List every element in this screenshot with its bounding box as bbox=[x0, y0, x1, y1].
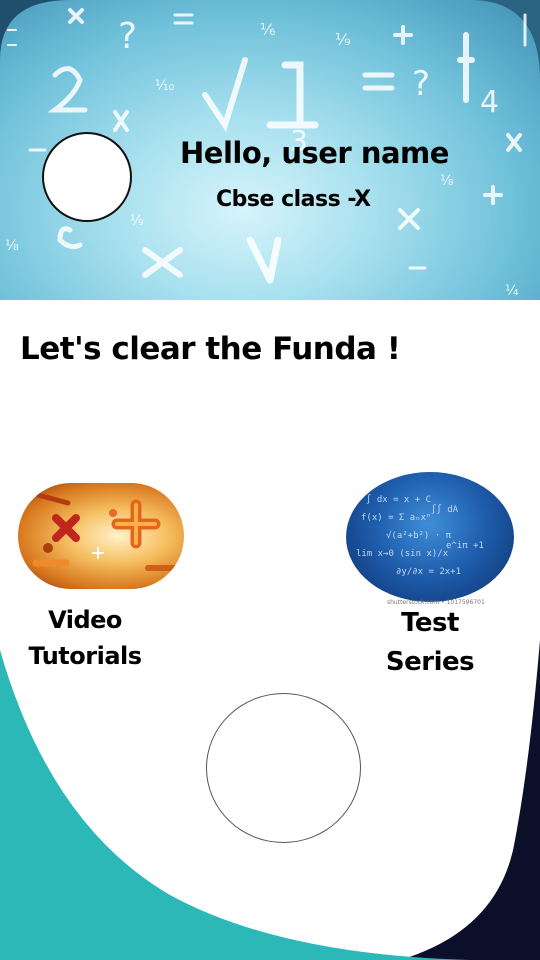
video-tutorials-image[interactable] bbox=[18, 483, 184, 589]
math-icons-illustration bbox=[32, 492, 181, 571]
svg-text:?: ? bbox=[118, 16, 137, 57]
svg-text:√(a²+b²) · π: √(a²+b²) · π bbox=[386, 530, 452, 541]
video-label-line2: Tutorials bbox=[28, 642, 142, 670]
svg-text:¹⁄₈: ¹⁄₈ bbox=[5, 238, 19, 254]
svg-text:∫ dx = x + C: ∫ dx = x + C bbox=[366, 494, 431, 505]
svg-text:¹⁄₈: ¹⁄₈ bbox=[440, 173, 454, 189]
svg-text:∫∫ dA: ∫∫ dA bbox=[431, 504, 459, 515]
center-circle-button[interactable] bbox=[206, 693, 361, 843]
test-series-image[interactable]: ∫ dx = x + C f(x) = Σ aₙxⁿ √(a²+b²) · π … bbox=[346, 472, 514, 602]
svg-text:4: 4 bbox=[480, 85, 499, 120]
svg-text:¹⁄₉: ¹⁄₉ bbox=[130, 213, 144, 229]
svg-text:f(x) = Σ aₙxⁿ: f(x) = Σ aₙxⁿ bbox=[361, 513, 431, 523]
svg-text:¹⁄₆: ¹⁄₆ bbox=[260, 20, 276, 39]
svg-text:lim x→0 (sin x)/x: lim x→0 (sin x)/x bbox=[356, 549, 449, 559]
svg-text:e^iπ +1: e^iπ +1 bbox=[446, 541, 484, 551]
header-banner: ? ? ¹⁄₆ ¹⁄₉ ¹⁄₁₀ ¹⁄₉ ¹⁄₈ ¹⁄₈ ¹⁄₄ 4 3 Hel… bbox=[0, 0, 540, 300]
video-tutorials-label[interactable]: Video Tutorials bbox=[14, 602, 156, 674]
greeting-text: Hello, user name bbox=[180, 136, 449, 170]
class-info-text: Cbse class -X bbox=[216, 187, 371, 212]
page-tagline: Let's clear the Funda ! bbox=[20, 331, 401, 367]
test-series-label[interactable]: Test Series bbox=[360, 604, 500, 682]
formula-board-illustration: ∫ dx = x + C f(x) = Σ aₙxⁿ √(a²+b²) · π … bbox=[356, 494, 484, 577]
svg-text:¹⁄₁₀: ¹⁄₁₀ bbox=[155, 78, 175, 94]
video-label-line1: Video bbox=[48, 606, 122, 634]
test-label-line1: Test bbox=[401, 608, 459, 638]
user-avatar[interactable] bbox=[42, 132, 132, 222]
svg-text:∂y/∂x = 2x+1: ∂y/∂x = 2x+1 bbox=[396, 567, 461, 577]
svg-text:¹⁄₉: ¹⁄₉ bbox=[335, 30, 351, 49]
svg-text:¹⁄₄: ¹⁄₄ bbox=[505, 283, 519, 299]
test-label-line2: Series bbox=[385, 647, 475, 677]
svg-text:?: ? bbox=[412, 64, 430, 104]
